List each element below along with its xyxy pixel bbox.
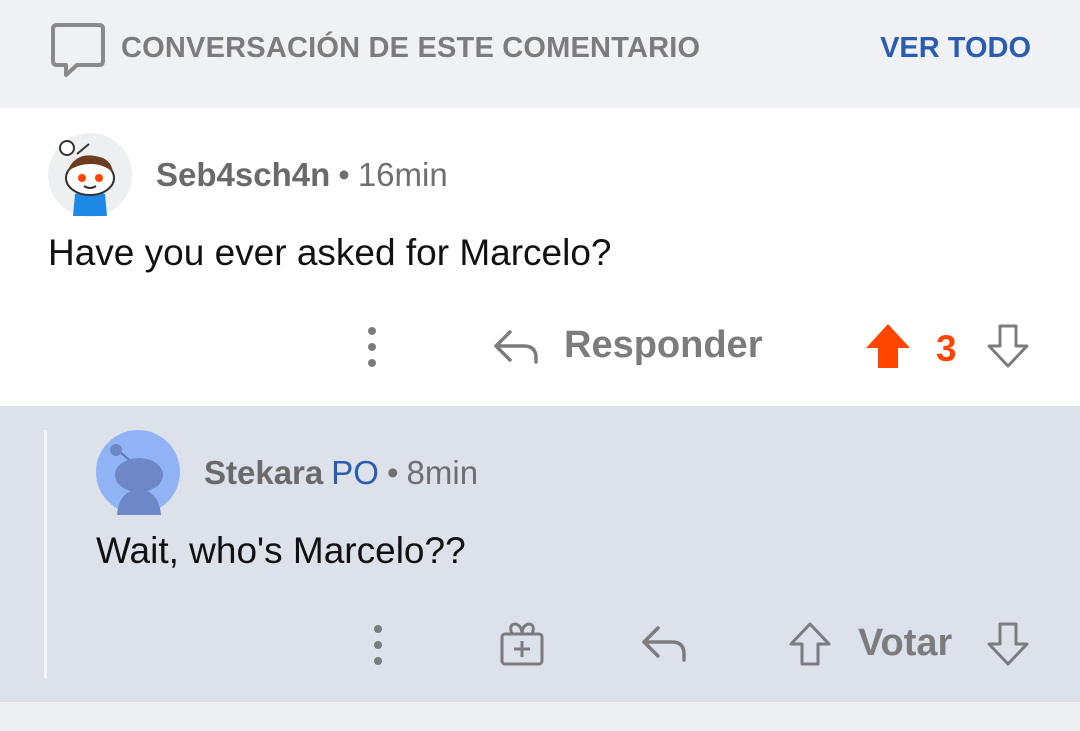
op-badge: PO xyxy=(331,454,379,491)
reply-comment: Stekara PO • 8min Wait, who's Marcelo?? Vot… xyxy=(0,406,1080,702)
chat-bubble-icon xyxy=(51,23,105,77)
comment-meta: Seb4sch4n • 16min xyxy=(156,156,448,194)
comment-meta: Stekara PO • 8min xyxy=(204,454,478,492)
timestamp: 16min xyxy=(357,156,448,193)
downvote-arrow-icon[interactable] xyxy=(984,322,1032,370)
meta-separator: • xyxy=(338,156,350,193)
view-all-button[interactable]: VER TODO xyxy=(880,32,1031,65)
thread-line[interactable] xyxy=(44,430,47,678)
gift-award-icon[interactable] xyxy=(498,620,546,668)
avatar[interactable] xyxy=(95,429,181,515)
conversation-title: CONVERSACIÓN DE ESTE COMENTARIO xyxy=(121,32,701,64)
avatar[interactable] xyxy=(47,132,133,218)
username[interactable]: Seb4sch4n xyxy=(156,156,330,193)
vote-score: 3 xyxy=(936,328,957,369)
downvote-arrow-icon[interactable] xyxy=(984,620,1032,668)
reply-arrow-icon[interactable] xyxy=(492,326,540,366)
comment-body: Wait, who's Marcelo?? xyxy=(96,530,466,571)
vote-label: Votar xyxy=(858,622,953,664)
footer-strip xyxy=(0,702,1080,731)
timestamp: 8min xyxy=(406,454,479,491)
conversation-header: CONVERSACIÓN DE ESTE COMENTARIO VER TODO xyxy=(0,0,1080,108)
meta-separator: • xyxy=(386,454,399,491)
comment-body: Have you ever asked for Marcelo? xyxy=(48,232,612,273)
upvote-arrow-icon[interactable] xyxy=(864,322,912,370)
more-options-icon[interactable] xyxy=(364,622,392,668)
username[interactable]: Stekara xyxy=(204,454,323,491)
parent-comment: Seb4sch4n • 16min Have you ever asked for … xyxy=(0,108,1080,406)
more-options-icon[interactable] xyxy=(358,324,386,370)
upvote-arrow-icon[interactable] xyxy=(786,620,834,668)
reply-button[interactable]: Responder xyxy=(564,324,762,367)
reply-arrow-icon[interactable] xyxy=(640,622,688,664)
